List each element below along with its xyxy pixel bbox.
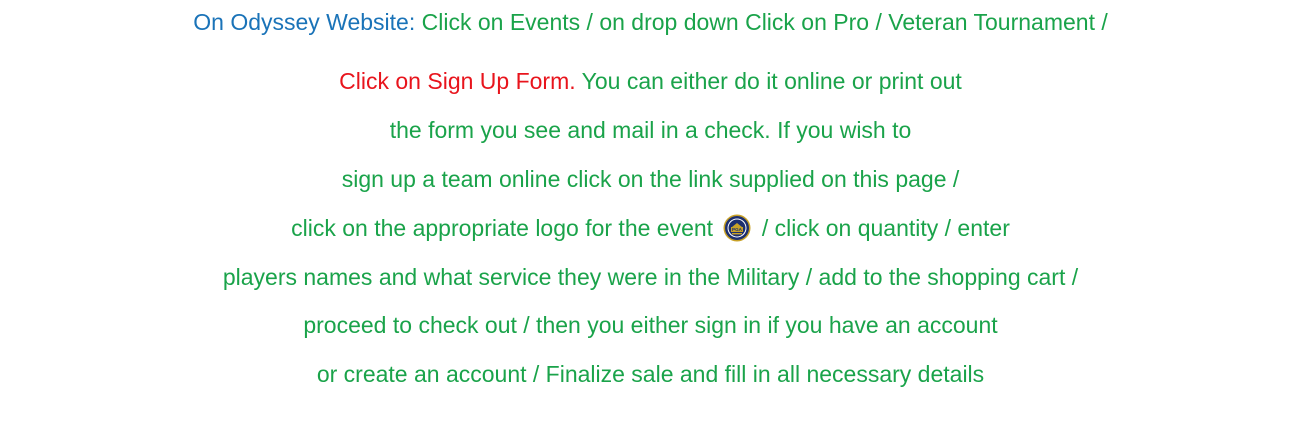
appropriate-logo-text: click on the appropriate logo for the ev…	[291, 215, 720, 241]
odyssey-website-label: On Odyssey Website:	[193, 9, 416, 35]
instruction-line-4: sign up a team online click on the link …	[0, 164, 1301, 194]
finalize-sale-text: or create an account / Finalize sale and…	[316, 361, 985, 387]
instruction-line-3: the form you see and mail in a check. If…	[0, 115, 1301, 145]
events-navigation-text: Click on Events / on drop down Click on …	[415, 9, 1108, 35]
instruction-line-1: On Odyssey Website: Click on Events / on…	[0, 7, 1301, 37]
instruction-line-7: proceed to check out / then you either s…	[0, 310, 1301, 340]
instruction-line-5: click on the appropriate logo for the ev…	[0, 213, 1301, 243]
mail-check-text: the form you see and mail in a check. If…	[389, 117, 912, 143]
instruction-line-6: players names and what service they were…	[0, 262, 1301, 292]
check-out-text: proceed to check out / then you either s…	[303, 312, 998, 338]
svg-text:PGA: PGA	[732, 227, 743, 232]
pga-logo-icon: PGA	[723, 214, 751, 242]
click-quantity-text: / click on quantity / enter	[755, 215, 1010, 241]
team-online-text: sign up a team online click on the link …	[341, 166, 960, 192]
sign-up-form-text: Click on Sign Up Form.	[339, 68, 576, 94]
instruction-line-8: or create an account / Finalize sale and…	[0, 359, 1301, 389]
online-or-print-text: You can either do it online or print out	[575, 68, 962, 94]
instructions-document: On Odyssey Website: Click on Events / on…	[0, 0, 1301, 444]
players-names-text: players names and what service they were…	[222, 264, 1079, 290]
instruction-line-2: Click on Sign Up Form. You can either do…	[0, 66, 1301, 96]
